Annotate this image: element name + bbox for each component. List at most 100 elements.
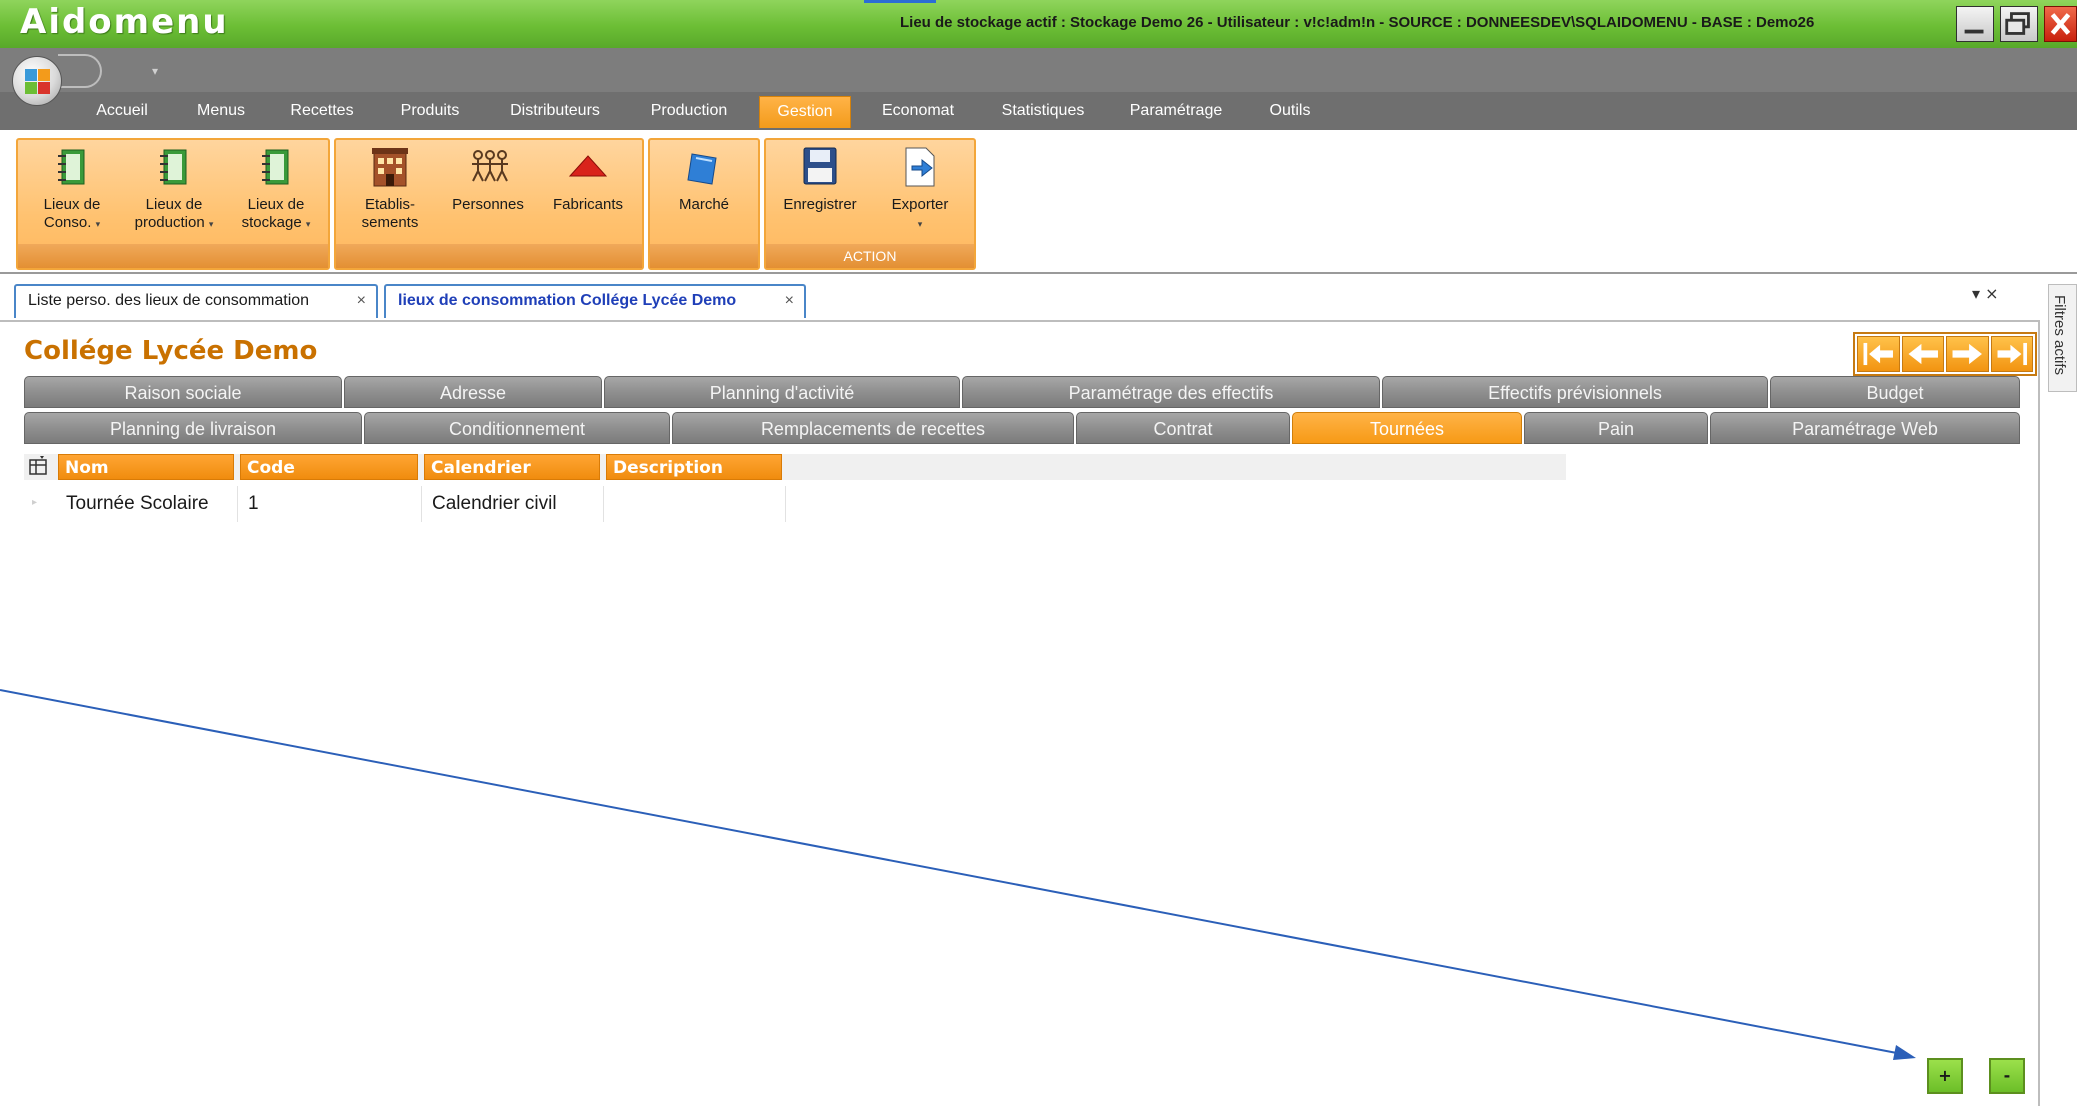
chevron-down-icon: ▾	[208, 219, 214, 229]
tab-strip-controls[interactable]: ▾ ×	[1972, 284, 1999, 303]
tab-parametrage[interactable]: Paramétrage	[1124, 96, 1228, 128]
close-tab-icon[interactable]: ×	[357, 286, 366, 316]
doc-tab-label: lieux de consommation Collége Lycée Demo	[398, 292, 737, 309]
remove-row-button[interactable]: -	[1989, 1058, 2025, 1094]
tab-recettes[interactable]: Recettes	[286, 96, 358, 128]
grid-column-header[interactable]: Calendrier	[424, 454, 600, 480]
lieux-conso-line2: Conso.	[43, 214, 92, 231]
grid-cell-nom[interactable]: Tournée Scolaire	[56, 486, 238, 522]
doc-tab-liste-lieux-conso[interactable]: Liste perso. des lieux de consommation ×	[14, 284, 378, 318]
etablissements-button[interactable]: Etablis- sements	[350, 146, 430, 232]
subtab-planning-activite[interactable]: Planning d'activité	[604, 376, 960, 408]
etablissements-line1: Etablis-	[364, 196, 416, 213]
subtab-contrat[interactable]: Contrat	[1076, 412, 1290, 444]
grid-cell-calendrier[interactable]: Calendrier civil	[422, 486, 604, 522]
building-icon	[372, 148, 408, 187]
filters-side-panel-label: Filtres actifs	[2051, 295, 2068, 376]
subtab-effectifs-previsionnels[interactable]: Effectifs prévisionnels	[1382, 376, 1768, 408]
notebook-icon	[262, 149, 289, 185]
notebook-icon	[160, 149, 187, 185]
enregistrer-label: Enregistrer	[783, 196, 857, 213]
app-title: Aidomenu	[20, 2, 229, 42]
quick-access-bar	[0, 48, 2077, 92]
restore-button[interactable]	[2000, 6, 2038, 42]
ribbon-group-label: ACTION	[843, 248, 897, 264]
grid-cell-description[interactable]	[604, 486, 786, 522]
grid-column-header[interactable]: Code	[240, 454, 418, 480]
factory-roof-icon	[568, 155, 608, 177]
notebook-icon	[58, 149, 85, 185]
app-window: Aidomenu Lieu de stockage actif : Stocka…	[0, 0, 2077, 1106]
last-arrow-icon	[1997, 342, 2027, 366]
subtab-pain[interactable]: Pain	[1524, 412, 1708, 444]
quick-access-dropdown-icon[interactable]: ▾	[152, 64, 158, 78]
lieux-stockage-button[interactable]: Lieux de stockage ▾	[232, 146, 320, 233]
first-record-button[interactable]	[1857, 336, 1900, 372]
subtab-budget[interactable]: Budget	[1770, 376, 2020, 408]
next-record-button[interactable]	[1946, 336, 1989, 372]
market-icon	[687, 153, 717, 185]
fabricants-button[interactable]: Fabricants	[546, 146, 630, 214]
lieux-production-line1: Lieux de	[145, 196, 203, 213]
grid-cell-code[interactable]: 1	[238, 486, 422, 522]
lieux-production-line2: production	[134, 214, 205, 231]
ribbon-group-footer-action: ACTION	[766, 244, 974, 268]
tab-production[interactable]: Production	[642, 96, 736, 128]
title-bar: Aidomenu Lieu de stockage actif : Stocka…	[0, 0, 2077, 48]
puzzle-logo-icon	[25, 69, 50, 94]
exporter-label: Exporter	[891, 196, 949, 213]
lieux-conso-button[interactable]: Lieux de Conso. ▾	[30, 146, 114, 233]
orb-ring	[58, 54, 102, 88]
exporter-button[interactable]: Exporter ▾	[878, 146, 962, 233]
subtab-tournees[interactable]: Tournées	[1292, 412, 1522, 444]
enregistrer-button[interactable]: Enregistrer	[776, 146, 864, 214]
ribbon-group-footer	[336, 244, 642, 268]
close-window-button[interactable]	[2044, 6, 2077, 42]
chevron-down-icon: ▾	[917, 219, 923, 229]
subtab-adresse[interactable]: Adresse	[344, 376, 602, 408]
subtab-conditionnement[interactable]: Conditionnement	[364, 412, 670, 444]
tab-economat[interactable]: Economat	[872, 96, 964, 128]
tab-menus[interactable]: Menus	[186, 96, 256, 128]
subtab-remplacements-recettes[interactable]: Remplacements de recettes	[672, 412, 1074, 444]
add-row-button[interactable]: +	[1927, 1058, 1963, 1094]
status-marker	[864, 0, 936, 3]
subtab-parametrage-effectifs[interactable]: Paramétrage des effectifs	[962, 376, 1380, 408]
previous-record-button[interactable]	[1901, 336, 1944, 372]
doc-tab-label: Liste perso. des lieux de consommation	[28, 292, 310, 309]
application-menu-button[interactable]	[12, 56, 62, 106]
minimize-icon	[1964, 29, 1984, 34]
grid-column-header[interactable]: Description	[606, 454, 782, 480]
status-line: Lieu de stockage actif : Stockage Demo 2…	[900, 14, 1815, 31]
floppy-disk-icon	[803, 147, 837, 185]
subtab-parametrage-web[interactable]: Paramétrage Web	[1710, 412, 2020, 444]
marche-button[interactable]: Marché	[668, 146, 740, 214]
doc-tab-college-lycee-demo[interactable]: lieux de consommation Collége Lycée Demo…	[384, 284, 806, 318]
tab-outils[interactable]: Outils	[1262, 96, 1318, 128]
grid-column-header[interactable]: Nom	[58, 454, 234, 480]
lieux-stockage-line1: Lieux de	[247, 196, 305, 213]
tab-distributeurs[interactable]: Distributeurs	[502, 96, 608, 128]
last-record-button[interactable]	[1990, 336, 2033, 372]
lieux-production-button[interactable]: Lieux de production ▾	[124, 146, 224, 233]
left-arrow-icon	[1908, 343, 1938, 365]
subtab-planning-livraison[interactable]: Planning de livraison	[24, 412, 362, 444]
personnes-button[interactable]: Personnes	[446, 146, 530, 214]
marche-label: Marché	[678, 196, 730, 213]
tab-accueil[interactable]: Accueil	[90, 96, 154, 128]
right-arrow-icon	[1952, 343, 1982, 365]
tab-statistiques[interactable]: Statistiques	[994, 96, 1092, 128]
chevron-down-icon: ▾	[95, 219, 101, 229]
tab-gestion[interactable]: Gestion	[759, 96, 851, 128]
row-indicator-icon: ▸	[32, 497, 38, 508]
close-tab-icon[interactable]: ×	[785, 286, 794, 316]
minimize-button[interactable]	[1956, 6, 1994, 42]
record-navigation	[1853, 332, 2037, 376]
tab-produits[interactable]: Produits	[392, 96, 468, 128]
personnes-label: Personnes	[452, 196, 524, 213]
people-icon	[472, 150, 508, 182]
subtab-raison-sociale[interactable]: Raison sociale	[24, 376, 342, 408]
column-chooser-icon[interactable]	[28, 456, 50, 478]
export-icon	[905, 147, 935, 187]
filters-side-panel[interactable]: Filtres actifs	[2048, 284, 2077, 392]
